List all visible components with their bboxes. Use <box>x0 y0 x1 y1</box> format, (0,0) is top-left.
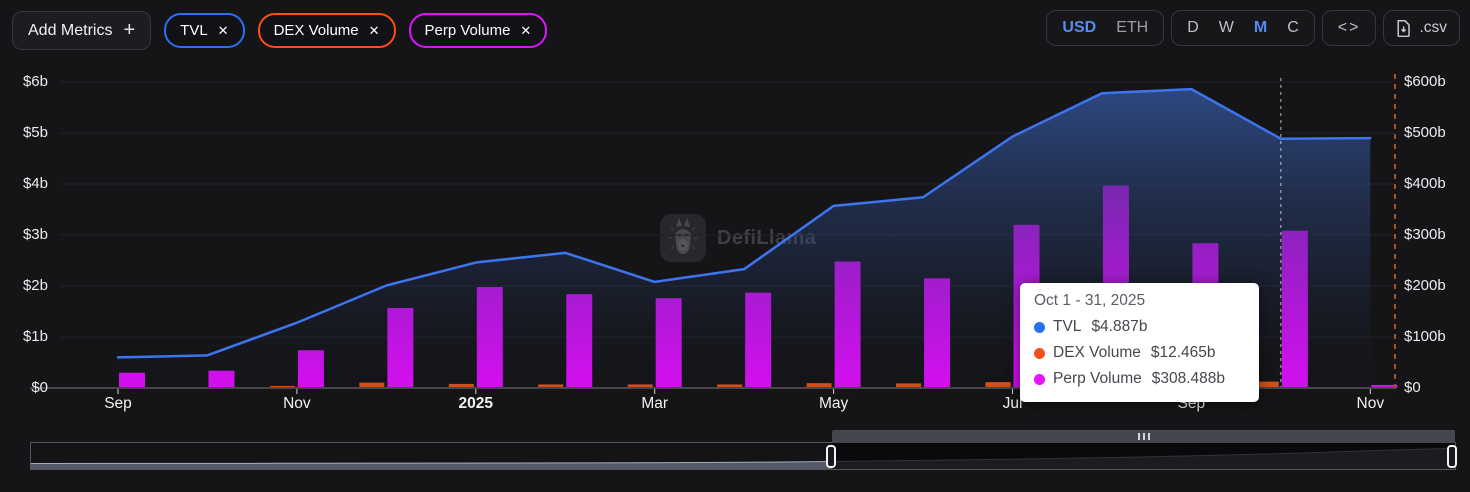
perp-volume-bar <box>387 307 414 388</box>
grip-icon <box>1137 433 1140 440</box>
perp-volume-bar <box>119 372 145 388</box>
tvl-series-dot <box>1034 321 1045 333</box>
embed-code-icon: <> <box>1337 19 1361 36</box>
currency-eth-option[interactable]: ETH <box>1106 19 1158 37</box>
metric-pill-dex-volume[interactable]: DEX Volume ✕ <box>257 13 396 48</box>
add-metrics-label: Add Metrics <box>28 21 113 39</box>
perp-volume-bar <box>208 370 235 388</box>
download-csv-button[interactable]: .csv <box>1383 10 1460 46</box>
close-icon[interactable]: ✕ <box>520 23 531 39</box>
metric-pill-tvl[interactable]: TVL ✕ <box>164 13 245 48</box>
range-selector-track[interactable] <box>30 442 1456 470</box>
range-handle-right[interactable] <box>1447 445 1457 468</box>
tooltip-perp-label: Perp Volume <box>1053 370 1142 387</box>
tooltip-tvl-value: $4.887b <box>1091 318 1148 335</box>
range-handle-left[interactable] <box>826 445 836 468</box>
chart-controls: USD ETH D W M C <> .csv <box>1046 10 1460 46</box>
embed-button[interactable]: <> <box>1321 10 1377 46</box>
perp-volume-bar <box>566 294 593 388</box>
grip-icon <box>1147 433 1150 440</box>
close-icon[interactable]: ✕ <box>369 23 380 39</box>
interval-weekly-option[interactable]: W <box>1209 19 1244 37</box>
range-selection-drag-bar[interactable] <box>832 430 1455 443</box>
tooltip-row-dex: DEX Volume $12.465b <box>1034 340 1245 366</box>
interval-monthly-option[interactable]: M <box>1244 19 1277 37</box>
metric-pill-perp-volume[interactable]: Perp Volume ✕ <box>408 13 548 48</box>
dex-series-dot <box>1034 347 1045 359</box>
perp-volume-bar <box>745 292 772 388</box>
plus-icon: + <box>123 19 136 41</box>
tooltip-tvl-label: TVL <box>1053 318 1082 335</box>
currency-usd-option[interactable]: USD <box>1052 19 1106 37</box>
metrics-toolbar: Add Metrics + TVL ✕ DEX Volume ✕ Perp Vo… <box>12 11 548 50</box>
tooltip-row-tvl: TVL $4.887b <box>1034 314 1245 340</box>
metric-pill-perp-label: Perp Volume <box>424 22 511 39</box>
tooltip-perp-value: $308.488b <box>1151 370 1226 387</box>
metric-pill-tvl-label: TVL <box>180 22 208 39</box>
perp-volume-bar <box>476 287 503 388</box>
perp-series-dot <box>1034 373 1045 385</box>
interval-toggle: D W M C <box>1171 10 1315 46</box>
interval-daily-option[interactable]: D <box>1177 19 1209 37</box>
tooltip-dex-label: DEX Volume <box>1053 344 1141 361</box>
csv-file-icon <box>1397 19 1411 37</box>
add-metrics-button[interactable]: Add Metrics + <box>12 11 152 50</box>
csv-label: .csv <box>1419 19 1447 36</box>
interval-cumulative-option[interactable]: C <box>1277 19 1309 37</box>
perp-volume-bar <box>297 350 324 388</box>
currency-toggle: USD ETH <box>1046 10 1165 46</box>
tooltip-row-perp: Perp Volume $308.488b <box>1034 366 1245 392</box>
perp-volume-bar <box>924 278 951 388</box>
tooltip-date-range: Oct 1 - 31, 2025 <box>1034 292 1146 309</box>
defillama-chart-page: Add Metrics + TVL ✕ DEX Volume ✕ Perp Vo… <box>0 0 1470 492</box>
tooltip-dex-value: $12.465b <box>1150 344 1216 361</box>
metric-pill-dex-label: DEX Volume <box>273 22 359 39</box>
range-selection-window[interactable] <box>832 443 1455 469</box>
grip-icon <box>1142 433 1145 440</box>
perp-volume-bar <box>834 261 861 388</box>
close-icon[interactable]: ✕ <box>218 23 229 39</box>
chart-tooltip: Oct 1 - 31, 2025 TVL $4.887b DEX Volume … <box>1020 283 1259 402</box>
perp-volume-bar <box>1281 230 1308 388</box>
perp-volume-bar <box>655 298 682 388</box>
